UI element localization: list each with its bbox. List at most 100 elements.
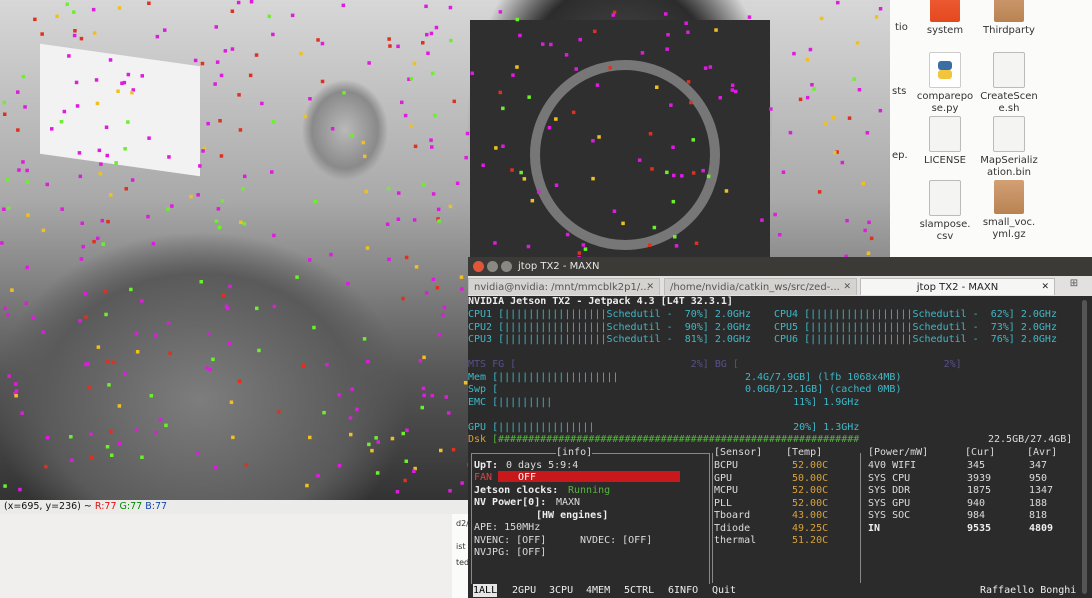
- file-item-mapserialization[interactable]: MapSerializ ation.bin: [974, 116, 1044, 179]
- feature-point: [403, 113, 408, 118]
- feature-point: [24, 301, 28, 305]
- feature-point: [865, 131, 870, 135]
- avr-header: [Avr]: [1027, 447, 1058, 458]
- power-current: 940: [967, 497, 986, 509]
- feature-point: [216, 207, 221, 211]
- minimize-icon[interactable]: [487, 261, 498, 272]
- menu-tab-mem[interactable]: 4MEM: [586, 584, 610, 597]
- menu-tab-all[interactable]: 1ALL: [473, 584, 498, 597]
- menu-label: GPU: [518, 585, 537, 596]
- feature-point: [824, 122, 828, 126]
- feature-point: [385, 222, 390, 226]
- file-item-comparepose[interactable]: comparepo se.py: [910, 52, 980, 115]
- feature-point: [236, 0, 241, 5]
- tab-jtop[interactable]: jtop TX2 - MAXN ✕: [860, 278, 1055, 295]
- feature-point: [16, 128, 20, 132]
- feature-point: [867, 220, 871, 225]
- feature-point: [805, 95, 810, 100]
- feature-point: [595, 83, 600, 87]
- power-current: 1875: [967, 485, 992, 496]
- new-tab-icon[interactable]: ⊞: [1060, 278, 1088, 295]
- tab-catkin[interactable]: /home/nvidia/catkin_ws/src/zed-... ✕: [664, 278, 857, 295]
- terminal-titlebar[interactable]: jtop TX2 - MAXN: [468, 257, 1092, 276]
- feature-point: [272, 304, 277, 309]
- feature-point: [196, 451, 200, 455]
- file-item-thirdparty[interactable]: Thirdparty: [974, 0, 1044, 37]
- scrollbar-thumb[interactable]: [1082, 300, 1087, 594]
- terminal-tab-bar: nvidia@nvidia: /mnt/mmcblk2p1/... ✕ /home…: [468, 276, 1092, 296]
- file-item-createscene[interactable]: CreateScen e.sh: [974, 52, 1044, 115]
- feature-point: [316, 474, 320, 478]
- feature-point: [437, 332, 442, 337]
- feature-point: [810, 83, 814, 87]
- feature-point: [200, 61, 205, 66]
- feature-point: [308, 97, 312, 101]
- file-item-small-voc[interactable]: small_voc. yml.gz: [974, 180, 1044, 241]
- feature-point: [72, 33, 77, 38]
- feature-point: [123, 372, 127, 376]
- feature-point: [78, 174, 83, 179]
- mts-line: MTS FG [ 2%] BG [ 2%]: [468, 359, 962, 370]
- feature-point: [230, 9, 235, 13]
- feature-point: [418, 358, 423, 363]
- menu-tab-cpu[interactable]: 3CPU: [549, 584, 573, 597]
- feature-point: [666, 33, 670, 37]
- feature-point: [689, 100, 693, 105]
- feature-point: [10, 288, 14, 292]
- feature-point: [421, 41, 425, 45]
- feature-point: [501, 106, 505, 111]
- feature-point: [99, 162, 103, 166]
- feature-point: [168, 351, 172, 355]
- feature-point: [230, 47, 235, 51]
- feature-point: [117, 442, 122, 446]
- feature-point: [44, 464, 48, 469]
- terminal-scrollbar[interactable]: [1078, 296, 1092, 598]
- feature-point: [422, 182, 426, 187]
- feature-point: [62, 109, 67, 114]
- close-tab-icon[interactable]: ✕: [1041, 279, 1049, 295]
- feature-point: [465, 131, 470, 136]
- feature-point: [199, 280, 203, 284]
- feature-point: [724, 189, 729, 193]
- feature-point: [778, 233, 782, 237]
- feature-point: [105, 445, 110, 449]
- close-tab-icon[interactable]: ✕: [843, 279, 851, 295]
- feature-point: [388, 44, 392, 48]
- feature-point: [206, 332, 211, 337]
- file-item-system[interactable]: system: [910, 0, 980, 37]
- feature-point: [370, 448, 374, 453]
- menu-tab-gpu[interactable]: 2GPU: [512, 584, 536, 597]
- feature-point: [97, 148, 102, 153]
- feature-point: [805, 58, 810, 62]
- feature-point: [130, 178, 135, 182]
- sensor-name: PLL: [714, 497, 733, 509]
- disk-value: 22.5GB/27.4GB]: [988, 434, 1073, 445]
- feature-point: [337, 393, 341, 397]
- menu-tab-ctrl[interactable]: 5CTRL: [624, 584, 654, 597]
- menu-tab-info[interactable]: 6INFO: [668, 584, 698, 597]
- feature-point: [140, 74, 144, 78]
- close-icon[interactable]: [473, 261, 484, 272]
- feature-point: [648, 243, 652, 247]
- maximize-icon[interactable]: [501, 261, 512, 272]
- feature-point: [348, 416, 353, 420]
- feature-point: [91, 7, 96, 12]
- feature-point: [110, 453, 114, 457]
- file-item-license[interactable]: LICENSE: [910, 116, 980, 167]
- feature-point: [154, 333, 158, 338]
- feature-point: [684, 21, 688, 25]
- feature-point: [593, 29, 597, 34]
- quit-button[interactable]: Quit: [712, 584, 736, 597]
- feature-point: [395, 490, 400, 494]
- feature-point: [365, 246, 370, 250]
- tab-ssh[interactable]: nvidia@nvidia: /mnt/mmcblk2p1/... ✕: [468, 278, 660, 295]
- cur-header: [Cur]: [965, 447, 996, 458]
- close-tab-icon[interactable]: ✕: [646, 279, 654, 295]
- feature-point: [680, 174, 684, 178]
- mem-line: Mem [|||||||||||||||||||| 2.4G/7.9GB] (l…: [468, 371, 902, 383]
- file-item-slampose[interactable]: slampose. csv: [910, 180, 980, 243]
- feature-point: [730, 88, 735, 92]
- feature-point: [515, 17, 520, 22]
- feature-point: [140, 455, 144, 459]
- feature-point: [146, 214, 150, 219]
